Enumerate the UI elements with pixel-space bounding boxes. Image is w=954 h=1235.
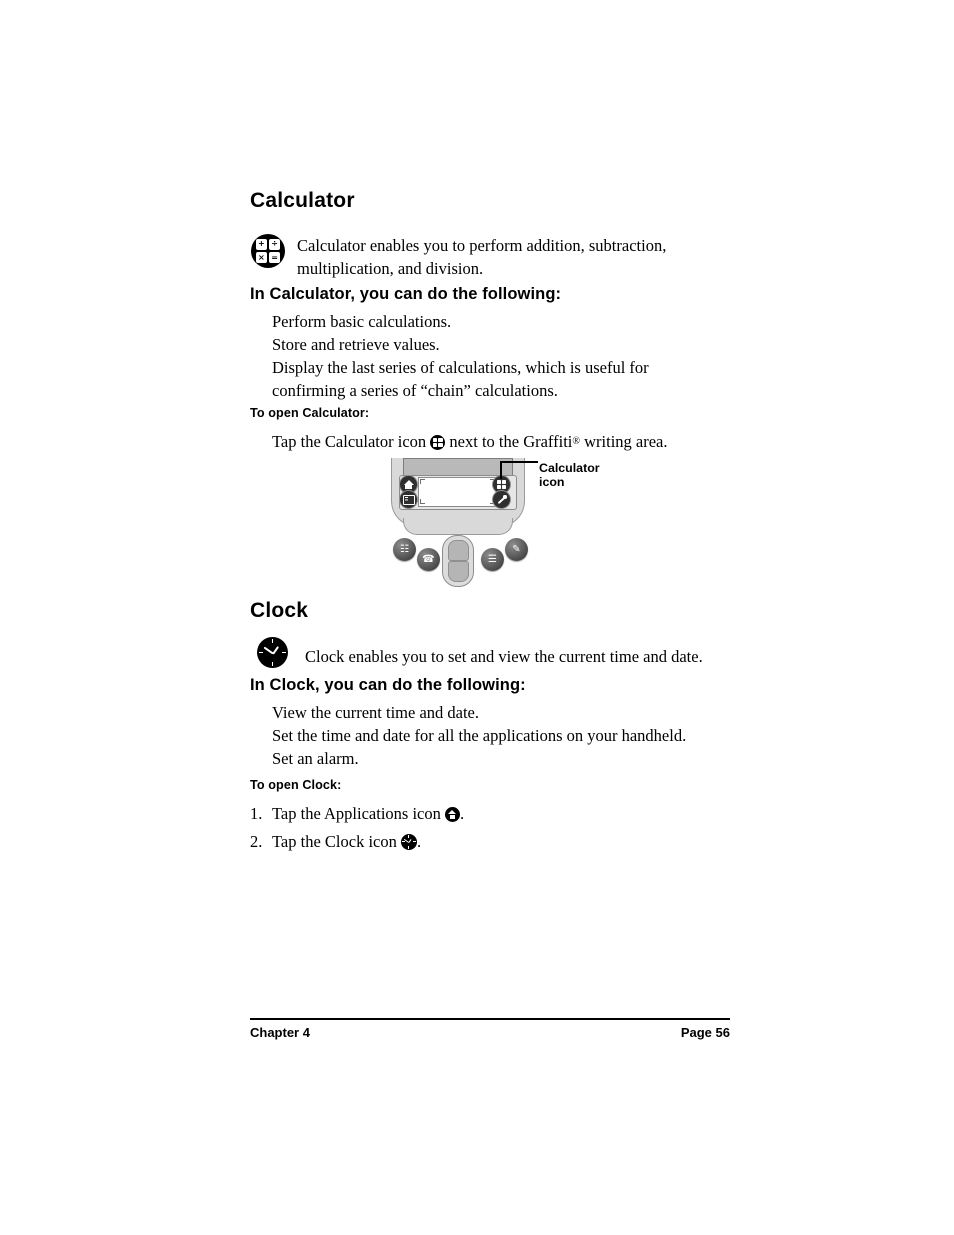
clock-step-2-number: 2. (250, 832, 263, 851)
callout-leader-horizontal (500, 461, 538, 463)
clock-tick-6 (271, 662, 274, 666)
to-do-list-button[interactable]: ☰ (481, 548, 504, 571)
calculator-key-plus: + (256, 239, 267, 250)
calculator-step-suffix2: writing area. (584, 432, 668, 451)
address-book-button[interactable]: ☎ (417, 548, 440, 571)
find-silkscreen-icon[interactable] (493, 491, 510, 508)
device-screen-bottom (403, 458, 513, 476)
clock-app-icon (257, 637, 288, 668)
callout-line-1: Calculator (539, 461, 600, 475)
clock-procedure-heading: To open Clock: (250, 778, 342, 792)
clock-step-2-suffix: . (416, 832, 422, 851)
calculator-capabilities-heading: In Calculator, you can do the following: (250, 285, 562, 303)
date-book-button-glyph: ☷ (400, 543, 409, 555)
applications-home-icon (444, 807, 460, 822)
calculator-key-divide: ÷ (269, 239, 280, 250)
callout-leader-vertical (500, 461, 502, 479)
clock-face (257, 637, 288, 668)
scroll-down-button[interactable] (448, 561, 469, 582)
device-body-lower-bezel (403, 518, 513, 535)
graffiti-writing-area (418, 477, 498, 507)
calculator-procedure-step: Tap the Calculator icon next to the Graf… (272, 430, 668, 453)
registered-trademark-symbol: ® (572, 436, 580, 447)
clock-step-2: Tap the Clock icon . (272, 830, 421, 853)
calculator-procedure-heading: To open Calculator: (250, 406, 370, 420)
clock-capability-3: Set an alarm. (272, 749, 359, 768)
document-page: Calculator + ÷ × = Calculator enables yo… (0, 0, 954, 1235)
calculator-icon-keys: + ÷ × = (256, 239, 280, 263)
page-heading-clock: Clock (250, 599, 309, 622)
calculator-step-prefix: Tap the Calculator icon (272, 432, 427, 451)
memo-pad-button-glyph: ✎ (512, 543, 521, 555)
clock-step-1-number: 1. (250, 804, 263, 823)
callout-line-2: icon (539, 474, 565, 489)
clock-tick-3 (282, 651, 286, 654)
scroll-up-button[interactable] (448, 540, 469, 561)
clock-capability-1: View the current time and date. (272, 703, 480, 722)
calculator-capability-2: Store and retrieve values. (272, 335, 440, 354)
calculator-silkscreen-inline-icon (430, 435, 446, 450)
menu-silkscreen-icon[interactable] (400, 491, 417, 508)
graffiti-corner-mark-top-left (420, 479, 425, 484)
clock-intro-text: Clock enables you to set and view the cu… (305, 647, 703, 666)
page-heading-calculator: Calculator (250, 189, 355, 212)
footer-page-number: Page 56 (680, 1025, 730, 1040)
calculator-app-icon: + ÷ × = (251, 234, 285, 268)
calculator-step-suffix: next to the Graffiti (449, 432, 573, 451)
clock-capability-2: Set the time and date for all the applic… (272, 726, 687, 745)
calculator-intro-text: Calculator enables you to perform additi… (297, 236, 667, 278)
to-do-list-button-glyph: ☰ (488, 553, 497, 565)
clock-tick-12 (271, 639, 274, 643)
calculator-capability-3: Display the last series of calculations,… (272, 358, 649, 400)
footer-divider (250, 1018, 730, 1020)
calculator-key-multiply: × (256, 252, 267, 263)
address-book-button-glyph: ☎ (422, 553, 435, 565)
graffiti-corner-mark-bottom-left (420, 499, 425, 504)
memo-pad-button[interactable]: ✎ (505, 538, 528, 561)
scroll-rocker[interactable] (442, 535, 474, 587)
footer-chapter: Chapter 4 (250, 1025, 310, 1040)
clock-tick-9 (259, 651, 263, 654)
callout-label-calculator-icon: Calculator icon (539, 461, 600, 489)
clock-icon (400, 834, 417, 850)
clock-step-2-prefix: Tap the Clock icon (272, 832, 397, 851)
date-book-button[interactable]: ☷ (393, 538, 416, 561)
clock-minute-hand (263, 646, 273, 654)
clock-step-1-prefix: Tap the Applications icon (272, 804, 441, 823)
calculator-capability-1: Perform basic calculations. (272, 312, 452, 331)
clock-capabilities-heading: In Clock, you can do the following: (250, 676, 526, 694)
clock-step-1: Tap the Applications icon . (272, 802, 464, 825)
calculator-key-equals: = (269, 252, 280, 263)
clock-step-1-suffix: . (459, 804, 465, 823)
